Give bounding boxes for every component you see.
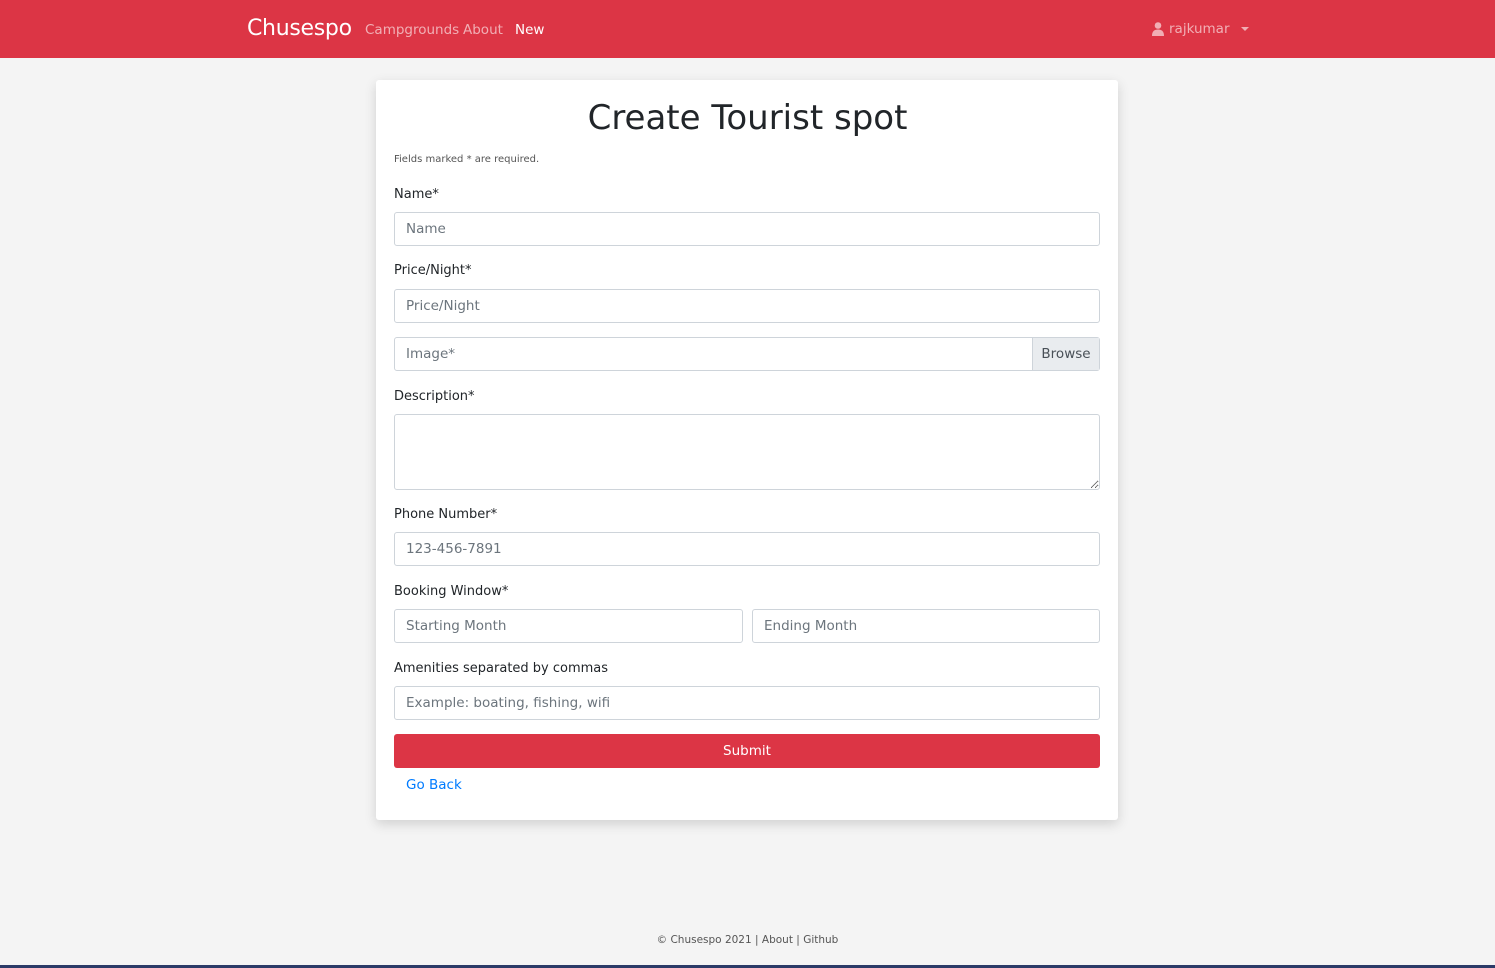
nav-new-link[interactable]: New [515, 22, 544, 38]
ending-month-input[interactable] [752, 609, 1100, 643]
phone-input[interactable] [394, 532, 1100, 566]
user-dropdown[interactable]: rajkumar [1152, 21, 1249, 37]
footer-about-link[interactable]: About [762, 934, 793, 946]
footer: © Chusespo 2021 | About | Github [0, 934, 1495, 946]
brand-logo[interactable]: Chusespo [247, 16, 352, 41]
footer-copyright: © Chusespo 2021 [656, 934, 752, 946]
price-label: Price/Night* [394, 263, 472, 278]
name-label: Name* [394, 187, 439, 202]
description-textarea[interactable] [394, 414, 1100, 490]
required-note: Fields marked * are required. [394, 154, 540, 165]
submit-button[interactable]: Submit [394, 734, 1100, 768]
amenities-label: Amenities separated by commas [394, 661, 609, 676]
footer-separator: | [755, 934, 759, 946]
go-back-link[interactable]: Go Back [406, 777, 462, 793]
image-file-label: Image* [406, 346, 456, 362]
user-name: rajkumar [1169, 21, 1230, 37]
name-input[interactable] [394, 212, 1100, 246]
nav-campgrounds-link[interactable]: Campgrounds [365, 22, 459, 38]
nav-about-link[interactable]: About [463, 22, 503, 38]
phone-label: Phone Number* [394, 507, 498, 522]
starting-month-input[interactable] [394, 609, 743, 643]
page-title: Create Tourist spot [587, 98, 908, 138]
amenities-input[interactable] [394, 686, 1100, 720]
footer-separator: | [796, 934, 800, 946]
description-label: Description* [394, 389, 475, 404]
chevron-down-icon [1240, 27, 1249, 31]
booking-label: Booking Window* [394, 584, 509, 599]
footer-github-link[interactable]: Github [803, 934, 838, 946]
top-navbar: Chusespo Campgrounds About New rajkumar [0, 0, 1495, 58]
price-input[interactable] [394, 289, 1100, 323]
user-icon [1152, 22, 1164, 36]
image-file-input[interactable]: Image* Browse [394, 337, 1100, 371]
browse-button[interactable]: Browse [1032, 338, 1099, 370]
